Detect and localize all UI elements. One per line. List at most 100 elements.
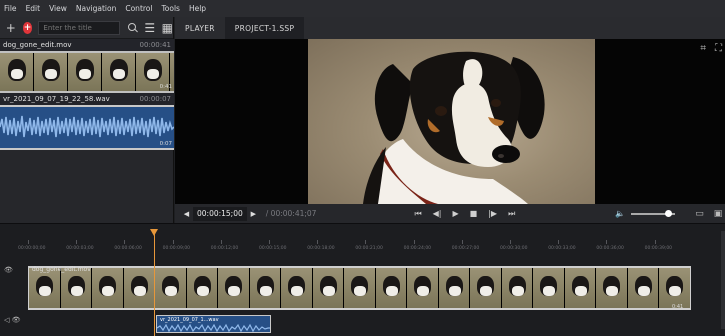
playhead[interactable] xyxy=(154,230,155,336)
timecode-control: ◀ 00:00:15;00 ▶ / 00:00:41;07 xyxy=(180,206,316,221)
strip-duration: 0:41 xyxy=(159,84,172,90)
thumbnail-frame xyxy=(92,268,124,308)
audio-waveform-thumbnail[interactable]: 0:07 xyxy=(0,105,174,150)
clip-duration: 00:00:41 xyxy=(139,41,171,49)
ruler-label: 00:00:36;00 xyxy=(596,246,624,251)
library-panel: + + ☰ ▦ dog_gone_edit.mov 00:00:41 0:41 … xyxy=(0,17,174,223)
volume-knob[interactable] xyxy=(665,209,673,217)
menu-tools[interactable]: Tools xyxy=(161,4,179,13)
viewer-tools: ⌗ ⛶ xyxy=(700,43,722,54)
menu-edit[interactable]: Edit xyxy=(26,4,41,13)
clip-header: vr_2021_09_07_19_22_58.wav 00:00:07 xyxy=(0,93,174,105)
strip-duration: 0:07 xyxy=(159,141,172,147)
thumbnail-frame xyxy=(155,268,187,308)
viewer-tabs: PLAYER PROJECT-1.SSP xyxy=(175,17,725,39)
tab-project[interactable]: PROJECT-1.SSP xyxy=(224,17,305,39)
menu-file[interactable]: File xyxy=(4,4,17,13)
ruler-label: 00:00:09;00 xyxy=(162,246,191,251)
ruler-label: 00:00:06;00 xyxy=(114,246,142,251)
go-to-start-icon[interactable]: ⏮ xyxy=(414,209,421,219)
timeline-scrollbar[interactable] xyxy=(721,231,725,329)
step-forward-icon[interactable]: |▶ xyxy=(488,209,497,218)
thumbnail-frame xyxy=(218,268,250,308)
ruler-label: 00:00:33;00 xyxy=(548,246,576,251)
thumbnail-frame xyxy=(68,53,102,91)
ruler-tick xyxy=(558,240,560,244)
audio-track-controls-icon[interactable]: ◁ 👁 xyxy=(4,316,21,324)
thumbnail-frame xyxy=(564,268,596,308)
thumbnail-frame xyxy=(29,268,61,308)
folder-icon[interactable]: ▭ xyxy=(695,209,704,219)
thumbnail-frame xyxy=(344,268,376,308)
ruler-label: 00:00:21;00 xyxy=(355,246,383,251)
volume-slider[interactable] xyxy=(631,209,676,217)
thumbnail-frame xyxy=(533,268,565,308)
thumbnail-frame xyxy=(60,268,92,308)
search-input[interactable] xyxy=(38,20,121,35)
grid-view-icon[interactable]: ▦ xyxy=(161,21,173,35)
crop-icon[interactable]: ⌗ xyxy=(700,43,706,54)
snapshot-icon[interactable]: ▣ xyxy=(714,209,723,219)
ruler-label: 00:00:27;00 xyxy=(451,246,480,251)
ruler-tick xyxy=(365,240,367,244)
time-ruler[interactable]: 00:00:00;00 00:00:03;00 00:00:06;00 00:00:0… xyxy=(0,230,725,251)
volume-control: 🔈 xyxy=(615,209,676,218)
ruler-label: 00:00:24;00 xyxy=(403,246,432,251)
clip-name: dog_gone_edit.mov xyxy=(3,41,72,49)
thumbnail-frame xyxy=(627,268,659,308)
playback-controls: ⏮ ◀| ▶ ■ |▶ ⏭ xyxy=(414,209,515,219)
library-clip-audio[interactable]: vr_2021_09_07_19_22_58.wav 00:00:07 0:07 xyxy=(0,93,174,150)
prev-frame-icon[interactable]: ◀ xyxy=(180,210,193,218)
timeline-video-clip[interactable] xyxy=(28,266,691,310)
video-viewer[interactable]: ⌗ ⛶ xyxy=(175,39,725,204)
ruler-tick xyxy=(510,240,511,244)
menu-navigation[interactable]: Navigation xyxy=(76,4,116,13)
volume-icon[interactable]: 🔈 xyxy=(615,209,625,218)
ruler-label: 00:00:39;00 xyxy=(644,246,673,251)
stop-icon[interactable]: ■ xyxy=(470,209,478,218)
ruler-tick xyxy=(413,240,415,244)
next-frame-icon[interactable]: ▶ xyxy=(247,210,260,218)
timeline-panel[interactable]: 00:00:00;00 00:00:03;00 00:00:06;00 00:00:0… xyxy=(0,223,725,336)
menu-control[interactable]: Control xyxy=(125,4,152,13)
thumbnail-frame xyxy=(123,268,155,308)
tab-player[interactable]: PLAYER xyxy=(175,17,225,39)
timeline-audio-clip[interactable]: vr_2021_09_07_1...wav xyxy=(156,315,271,333)
thumbnail-frame xyxy=(0,53,34,91)
timeline-audio-clip-name: vr_2021_09_07_1...wav xyxy=(160,317,219,323)
ruler-tick xyxy=(172,240,174,244)
thumbnail-frame xyxy=(470,268,502,308)
library-clip-video[interactable]: dog_gone_edit.mov 00:00:41 0:41 xyxy=(0,39,174,93)
menu-view[interactable]: View xyxy=(49,4,67,13)
current-timecode[interactable]: 00:00:15;00 xyxy=(193,206,247,221)
ruler-label: 00:00:30;00 xyxy=(500,246,528,251)
ruler-label: 00:00:12;00 xyxy=(210,246,239,251)
timeline-video-clip-name: dog_gone_edit.mov xyxy=(32,266,91,273)
video-track-visibility-icon[interactable]: 👁 xyxy=(4,266,13,274)
thumbnail-frame xyxy=(249,268,281,308)
thumbnail-frame xyxy=(312,268,344,308)
ruler-tick xyxy=(654,240,656,244)
list-view-icon[interactable]: ☰ xyxy=(144,21,156,35)
step-back-icon[interactable]: ◀| xyxy=(433,209,442,218)
fullscreen-icon[interactable]: ⛶ xyxy=(715,43,722,54)
ruler-tick xyxy=(461,240,463,244)
thumbnail-frame xyxy=(102,53,136,91)
ruler-label: 00:00:00;00 xyxy=(18,246,46,251)
video-thumbnail-strip[interactable]: 0:41 xyxy=(0,51,174,93)
record-button[interactable]: + xyxy=(22,21,33,34)
clip-header: dog_gone_edit.mov 00:00:41 xyxy=(0,39,174,51)
clip-duration: 00:00:07 xyxy=(139,95,171,103)
add-icon[interactable]: + xyxy=(5,21,17,35)
transport-bar: ◀ 00:00:15;00 ▶ / 00:00:41;07 ⏮ ◀| ▶ ■ |… xyxy=(175,204,725,223)
ruler-label: 00:00:18;00 xyxy=(307,246,335,251)
ruler-label: 00:00:15;00 xyxy=(259,246,287,251)
thumbnail-frame xyxy=(596,268,628,308)
search-icon[interactable] xyxy=(126,21,138,35)
menu-help[interactable]: Help xyxy=(189,4,206,13)
play-icon[interactable]: ▶ xyxy=(453,209,459,218)
go-to-end-icon[interactable]: ⏭ xyxy=(508,209,515,219)
playhead-handle[interactable] xyxy=(150,229,158,236)
waveform-icon xyxy=(0,115,174,138)
thumbnail-frame xyxy=(375,268,407,308)
